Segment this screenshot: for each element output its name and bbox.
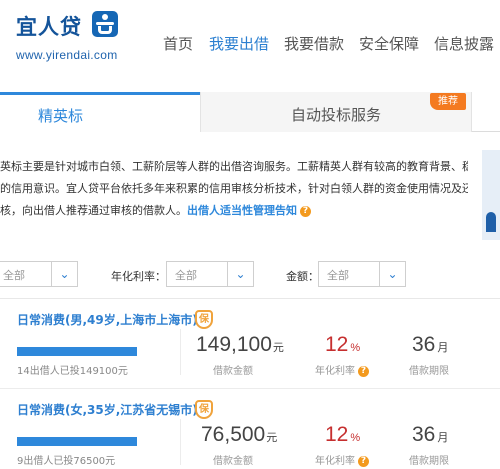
guarantee-shield-icon: 保 bbox=[195, 400, 213, 419]
loan-rate-unit: % bbox=[350, 432, 361, 444]
tab-elite[interactable]: 精英标 bbox=[0, 92, 200, 132]
nav-disclosure[interactable]: 信息披露 bbox=[434, 33, 494, 54]
loan-rate-label: 年化利率 bbox=[315, 456, 355, 467]
tab-elite-label: 精英标 bbox=[38, 107, 84, 125]
product-description: 英标主要是针对城市白领、工薪阶层等人群的出借咨询服务。工薪精英人群有较高的教育背… bbox=[0, 156, 468, 222]
loan-amount-unit: 元 bbox=[266, 432, 278, 444]
tab-auto-invest-label: 自动投标服务 bbox=[291, 106, 382, 124]
description-line-3-text: 核，向出借人推荐通过审核的借款人。 bbox=[0, 204, 187, 217]
description-line-1: 英标主要是针对城市白领、工薪阶层等人群的出借咨询服务。工薪精英人群有较高的教育背… bbox=[0, 160, 468, 173]
loan-title-link[interactable]: 日常消费(男,49岁,上海市上海市) bbox=[17, 311, 198, 328]
description-line-2: 的信用意识。宜人贷平台依托多年来积累的信用审核分析技术，针对白领人群的资金使用情… bbox=[0, 182, 468, 195]
loan-rate-label-wrap: 年化利率? bbox=[315, 452, 369, 467]
column-divider bbox=[180, 329, 181, 375]
loan-amount-label: 借款金额 bbox=[213, 456, 253, 467]
loan-rate: 12% bbox=[325, 423, 360, 447]
loan-rate: 12% bbox=[325, 333, 360, 357]
brand-logo-text[interactable]: 宜人贷 bbox=[16, 11, 82, 41]
loan-rate-value: 12 bbox=[325, 333, 349, 356]
funding-progress-fill bbox=[17, 347, 137, 356]
loan-amount-unit: 元 bbox=[272, 342, 284, 354]
rate-filter-label: 年化利率： bbox=[111, 270, 166, 283]
help-icon[interactable]: ? bbox=[358, 455, 369, 467]
amount-filter-select[interactable]: 全部 ⌄ bbox=[318, 261, 406, 287]
loan-amount-label: 借款金额 bbox=[213, 366, 253, 377]
loan-list-item[interactable]: 日常消费(女,35岁,江苏省无锡市) 保 9出借人已投76500元 76,500… bbox=[0, 389, 500, 469]
loan-rate-value: 12 bbox=[325, 423, 349, 446]
description-line-3: 核，向出借人推荐通过审核的借款人。出借人适当性管理告知? bbox=[0, 200, 468, 222]
loan-term-value: 36 bbox=[412, 423, 436, 446]
help-icon[interactable]: ? bbox=[300, 205, 311, 217]
loan-term-label: 借款期限 bbox=[409, 366, 449, 377]
loan-term-value: 36 bbox=[412, 333, 436, 356]
loan-term: 36 月 bbox=[412, 423, 448, 447]
category-filter-select[interactable]: 全部 ⌄ bbox=[0, 261, 78, 287]
loan-term-unit: 月 bbox=[437, 342, 449, 354]
loan-rate-label-wrap: 年化利率? bbox=[315, 362, 369, 377]
logo-arms-shape bbox=[96, 22, 114, 25]
amount-filter-label: 金额： bbox=[286, 270, 319, 283]
column-divider bbox=[180, 419, 181, 465]
funding-progress-text: 9出借人已投76500元 bbox=[17, 456, 116, 467]
funding-progress-text: 14出借人已投149100元 bbox=[17, 366, 128, 377]
loan-term-label: 借款期限 bbox=[409, 456, 449, 467]
loan-amount-value: 149,100 bbox=[196, 333, 272, 356]
nav-home[interactable]: 首页 bbox=[163, 33, 193, 54]
logo-head-shape bbox=[102, 14, 108, 20]
nav-invest[interactable]: 我要出借 bbox=[209, 33, 269, 54]
brand-url: www.yirendai.com bbox=[16, 48, 118, 62]
suitability-notice-link[interactable]: 出借人适当性管理告知 bbox=[187, 204, 297, 217]
help-icon[interactable]: ? bbox=[358, 365, 369, 377]
funding-progress-bar bbox=[17, 347, 137, 356]
rate-filter-value: 全部 bbox=[175, 269, 197, 282]
loan-rate-unit: % bbox=[350, 342, 361, 354]
loan-list-item[interactable]: 日常消费(男,49岁,上海市上海市) 保 14出借人已投149100元 149,… bbox=[0, 299, 500, 389]
loan-amount-value: 76,500 bbox=[201, 423, 266, 446]
funding-progress-fill bbox=[17, 437, 137, 446]
nav-borrow[interactable]: 我要借款 bbox=[284, 33, 344, 54]
chevron-down-icon: ⌄ bbox=[227, 262, 253, 286]
side-banner-figure-icon bbox=[486, 212, 496, 232]
category-filter-value: 全部 bbox=[3, 269, 25, 282]
loan-term-unit: 月 bbox=[437, 432, 449, 444]
brand-logo-icon[interactable] bbox=[92, 11, 118, 37]
logo-legs-shape bbox=[98, 26, 112, 34]
chevron-down-icon: ⌄ bbox=[379, 262, 405, 286]
guarantee-shield-icon: 保 bbox=[195, 310, 213, 329]
side-banner[interactable] bbox=[482, 150, 500, 240]
nav-security[interactable]: 安全保障 bbox=[359, 33, 419, 54]
amount-filter-value: 全部 bbox=[327, 269, 349, 282]
funding-progress-bar bbox=[17, 437, 137, 446]
recommend-badge: 推荐 bbox=[430, 93, 466, 110]
loan-amount: 149,100元 bbox=[196, 333, 284, 357]
loan-rate-label: 年化利率 bbox=[315, 366, 355, 377]
rate-filter-select[interactable]: 全部 ⌄ bbox=[166, 261, 254, 287]
loan-title-link[interactable]: 日常消费(女,35岁,江苏省无锡市) bbox=[17, 401, 198, 418]
chevron-down-icon: ⌄ bbox=[51, 262, 77, 286]
loan-amount: 76,500元 bbox=[201, 423, 277, 447]
loan-term: 36 月 bbox=[412, 333, 448, 357]
